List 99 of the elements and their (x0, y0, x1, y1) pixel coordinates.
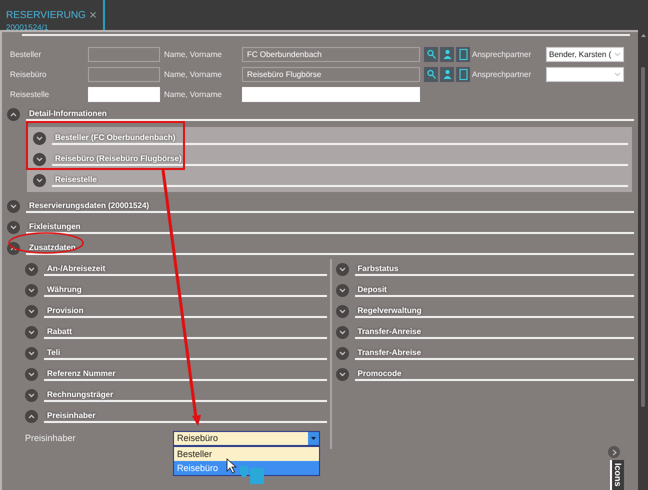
expand-toggle[interactable] (336, 263, 348, 276)
section-title: Fixleistungen (26, 222, 634, 234)
dropdown-field[interactable]: Reisebüro (173, 430, 320, 446)
close-button[interactable]: × (88, 10, 98, 21)
chevron-down-icon (36, 136, 43, 141)
expand-toggle[interactable] (25, 284, 38, 297)
chevron-down-icon (338, 267, 346, 272)
section-title: Transfer-Abreise (354, 348, 634, 360)
expand-toggle[interactable] (25, 326, 38, 339)
person-icon (442, 68, 452, 80)
chevron-down-icon (338, 351, 346, 356)
field-label: Name, Vorname (164, 50, 223, 58)
input-field[interactable] (88, 66, 160, 82)
field-label: Name, Vorname (164, 90, 223, 98)
section-title: Reisestelle (52, 174, 628, 186)
person-icon (442, 48, 452, 60)
expand-toggle[interactable] (336, 368, 348, 381)
chevron-down-icon (338, 330, 346, 335)
section-title: Rechnungsträger (44, 390, 326, 402)
chevron-down-icon (28, 288, 35, 293)
chevron-down-icon (10, 225, 17, 230)
section-title: Preisinhaber (44, 410, 326, 422)
document-icon (458, 48, 468, 60)
expand-toggle[interactable] (33, 132, 46, 145)
section-title: Reservierungsdaten (20001524) (26, 200, 634, 212)
chevron-down-icon (10, 204, 17, 209)
field-label: Besteller (10, 50, 42, 58)
section-title: Teli (44, 348, 326, 360)
expand-toggle[interactable] (33, 153, 46, 166)
chevron-down-icon (36, 178, 43, 183)
tab-title: RESERVIERUNG (6, 10, 86, 21)
input-field[interactable] (88, 46, 160, 62)
chevron-down-icon (338, 309, 346, 314)
section-title: Transfer-Anreise (354, 326, 634, 338)
section-title: Regelverwaltung (354, 306, 634, 318)
section-title: Reisebüro (Reisebüro Flugbörse) (52, 154, 628, 166)
input-field[interactable]: Reisebüro Flugbörse (242, 66, 420, 82)
chevron-down-icon (28, 267, 35, 272)
section-title: Währung (44, 284, 326, 296)
expand-toggle[interactable] (7, 108, 20, 121)
chevron-down-icon (36, 157, 43, 162)
field-label: Ansprechpartner (472, 70, 532, 78)
chevron-down-icon (28, 393, 35, 398)
section-title: Farbstatus (354, 264, 634, 276)
person-button[interactable] (440, 46, 454, 62)
field-label: Name, Vorname (164, 70, 223, 78)
chevron-down-icon (28, 309, 35, 314)
field-label: Reisestelle (10, 90, 50, 98)
field-label: Preisinhaber (25, 433, 77, 443)
chevron-right-icon (612, 448, 616, 456)
chevron-down-icon (28, 351, 35, 356)
expand-toggle[interactable] (25, 263, 38, 276)
expand-toggle[interactable] (25, 347, 38, 360)
chevron-down-icon (338, 372, 346, 377)
expand-toggle[interactable] (336, 305, 348, 318)
search-icon (426, 48, 436, 60)
expand-toggle[interactable] (7, 200, 20, 213)
search-icon (426, 68, 436, 80)
expand-toggle[interactable] (33, 174, 46, 187)
side-tab[interactable]: Icons (610, 460, 624, 490)
expand-toggle[interactable] (25, 368, 38, 381)
input-field[interactable]: FC Oberbundenbach (242, 46, 420, 62)
document-button[interactable] (456, 66, 470, 82)
tab-subtitle: 20001524/1 (6, 23, 50, 32)
section-title: Promocode (354, 368, 634, 380)
section-title: Besteller (FC Oberbundenbach) (52, 132, 628, 144)
section-title: An-/Abreisezeit (44, 264, 326, 276)
chevron-down-icon (338, 288, 346, 293)
person-button[interactable] (440, 66, 454, 82)
dropdown-field[interactable]: Bender, Karsten ( (546, 46, 624, 62)
chevron-down-icon (614, 52, 621, 56)
field-label: Reisebüro (10, 70, 48, 78)
expand-toggle[interactable] (608, 446, 620, 458)
section-title: Provision (44, 306, 326, 318)
section-title: Deposit (354, 284, 634, 296)
search-button[interactable] (424, 46, 438, 62)
expand-toggle[interactable] (336, 284, 348, 297)
document-icon (458, 68, 468, 80)
expand-toggle[interactable] (336, 326, 348, 339)
chevron-up-icon (28, 414, 35, 419)
section-title: Zusatzdaten (26, 242, 634, 254)
chevron-up-icon (10, 246, 17, 251)
chevron-down-icon (614, 72, 621, 76)
chevron-down-icon (28, 372, 35, 377)
section-title: Detail-Informationen (26, 108, 634, 120)
expand-toggle[interactable] (25, 389, 38, 402)
expand-toggle[interactable] (336, 347, 348, 360)
chevron-down-icon (28, 330, 35, 335)
chevron-up-icon (10, 112, 17, 117)
section-title: Rabatt (44, 326, 326, 338)
field-label: Ansprechpartner (472, 50, 532, 58)
expand-toggle[interactable] (7, 221, 20, 234)
document-button[interactable] (456, 46, 470, 62)
search-button[interactable] (424, 66, 438, 82)
dropdown-field[interactable] (546, 66, 624, 82)
section-title: Referenz Nummer (44, 368, 326, 380)
expand-toggle[interactable] (25, 305, 38, 318)
scroll-up-icon (640, 34, 646, 37)
expand-toggle[interactable] (25, 410, 38, 423)
